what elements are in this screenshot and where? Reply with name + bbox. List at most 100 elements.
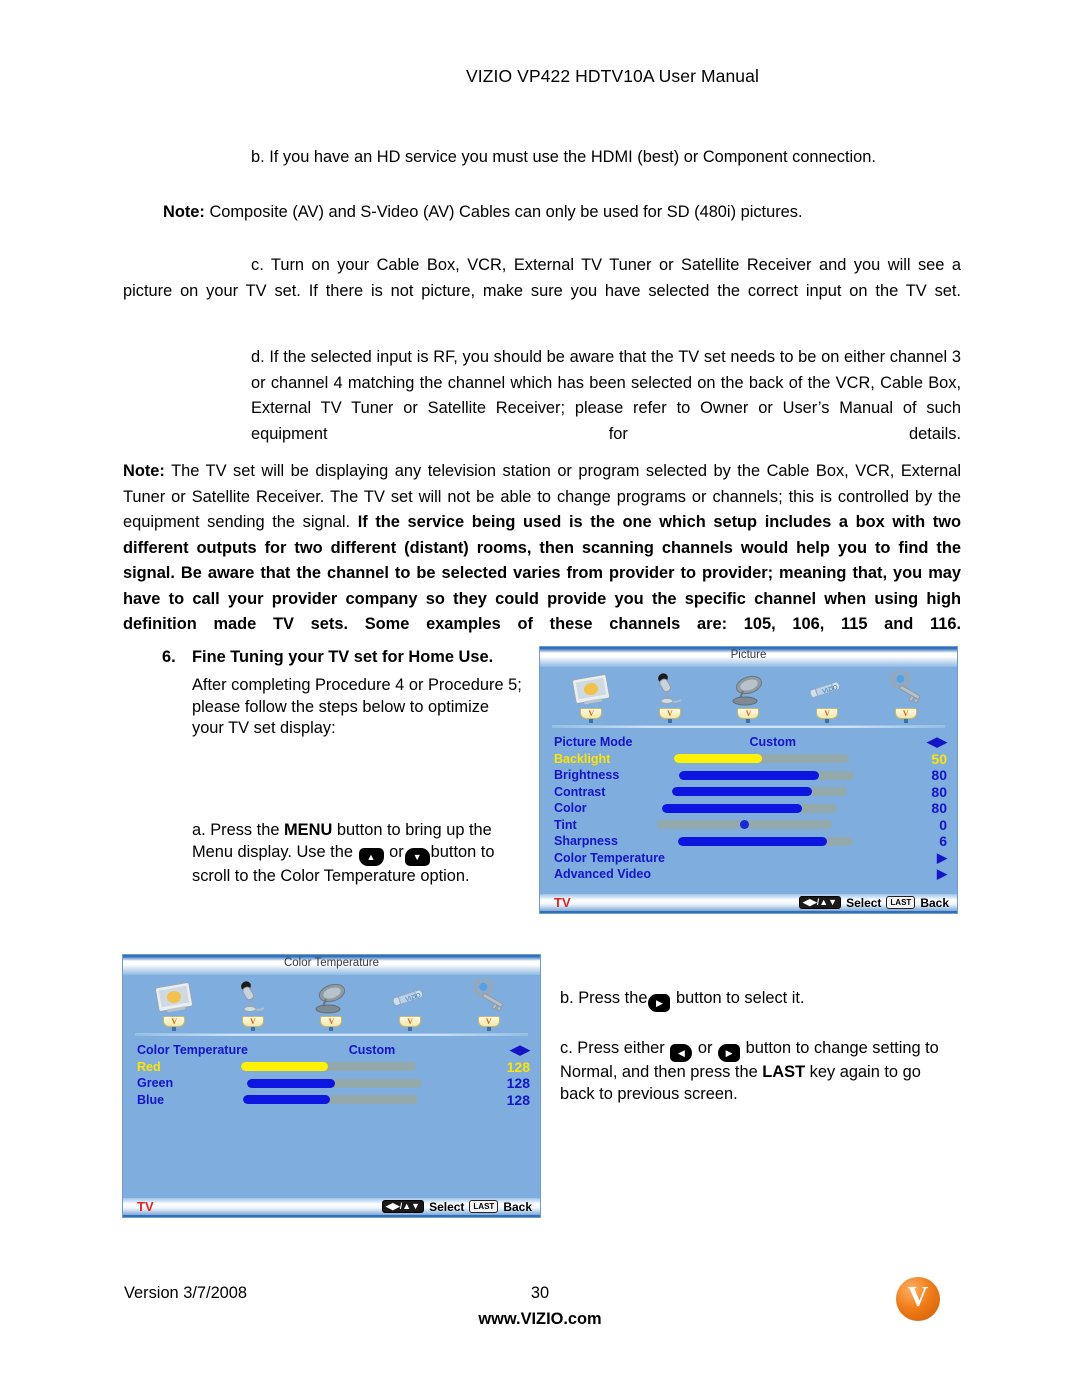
osd-slider[interactable] (674, 754, 850, 764)
osd-icon-item-satellite-dish-icon[interactable]: V (717, 669, 779, 723)
osd-icon-item-microphone-icon[interactable]: V (639, 669, 701, 723)
osd-slider[interactable] (657, 820, 833, 830)
badge-shield: V (241, 1016, 264, 1027)
tv-picture-icon (572, 674, 611, 705)
osd-row-advanced-video[interactable]: Advanced Video ▶ (554, 866, 947, 883)
vizio-logo-letter: V (907, 1282, 929, 1313)
vizio-badge-icon: V (399, 1016, 422, 1031)
osd-row-blue[interactable]: Blue 128 (137, 1092, 530, 1109)
osd-slider[interactable] (678, 770, 854, 780)
osd-slider[interactable] (671, 787, 847, 797)
badge-stem (746, 719, 751, 723)
osd-row-control: Custom (633, 735, 914, 749)
osd-icon-item-microphone-icon[interactable]: V (222, 977, 284, 1031)
badge-letter: V (745, 708, 752, 718)
osd-icon-item-wrench-icon[interactable]: VIZIO V (796, 669, 858, 723)
osd-slider[interactable] (662, 803, 838, 813)
osd-row-label: Picture Mode (554, 735, 633, 750)
osd-row-label: Tint (554, 817, 577, 832)
left-right-arrow-icon[interactable]: ◀▶ (496, 1042, 530, 1058)
osd-row-red[interactable]: Red 128 (137, 1059, 530, 1076)
osd-row-value: 80 (931, 800, 947, 817)
osd-picture-title: Picture (730, 649, 767, 661)
badge-stem (329, 1027, 334, 1031)
osd-colortemp-titlebar: Color Temperature (123, 955, 540, 975)
osd-color-temperature-menu: Color Temperature V V V VIZIO V V Color … (122, 954, 541, 1218)
osd-icon-art: VIZIO (387, 977, 433, 1015)
osd-row-label: Red (137, 1059, 161, 1074)
osd-slider[interactable] (240, 1062, 416, 1072)
osd-row-value: 128 (506, 1091, 530, 1108)
down-arrow-glyph: ▼ (412, 851, 422, 862)
select-hint-label: Select (846, 895, 882, 910)
satellite-dish-icon (315, 983, 346, 1014)
section-6-number: 6. (162, 648, 176, 666)
osd-icon-item-tv-picture-icon[interactable]: V (560, 669, 622, 723)
badge-shield: V (894, 708, 917, 719)
vizio-badge-icon: V (477, 1016, 500, 1031)
osd-icon-item-satellite-dish-icon[interactable]: V (300, 977, 362, 1031)
osd-row-tint[interactable]: Tint 0 (554, 817, 947, 834)
section-6-title: Fine Tuning your TV set for Home Use. (192, 648, 494, 666)
step-b-text-2: button to select it. (676, 989, 805, 1007)
osd-row-color-temperature[interactable]: Color Temperature ▶ (554, 850, 947, 867)
osd-icon-item-wrench-icon[interactable]: VIZIO V (379, 977, 441, 1031)
badge-stem (825, 719, 830, 723)
osd-icon-item-tv-picture-icon[interactable]: V (143, 977, 205, 1031)
osd-colortemp-title: Color Temperature (283, 957, 380, 969)
badge-shield: V (477, 1016, 500, 1027)
note2-label: Note: (123, 462, 165, 480)
osd-row-value: 128 (506, 1075, 530, 1092)
badge-stem (486, 1027, 491, 1031)
menu-key-label: MENU (284, 821, 333, 839)
osd-slider[interactable] (247, 1078, 423, 1088)
osd-row-control (161, 1062, 496, 1072)
osd-slider-fill (247, 1078, 335, 1088)
osd-icon-item-key-icon[interactable]: V (458, 977, 520, 1031)
osd-row-label: Color Temperature (137, 1043, 248, 1058)
osd-row-color[interactable]: Color 80 (554, 800, 947, 817)
osd-slider-fill (242, 1095, 331, 1105)
osd-slider-fill (677, 836, 827, 846)
up-arrow-key-icon: ▲ (358, 847, 384, 866)
osd-row-control (618, 836, 913, 846)
osd-row-contrast[interactable]: Contrast 80 (554, 784, 947, 801)
section-6-step-b: b. Press the ▶ button to select it. (560, 988, 955, 1012)
osd-option-value: Custom (348, 1043, 396, 1058)
osd-row-label: Green (137, 1076, 174, 1091)
right-arrow-glyph: ▶ (656, 998, 663, 1008)
osd-icon-item-key-icon[interactable]: V (875, 669, 937, 723)
badge-letter: V (902, 708, 909, 718)
submenu-arrow-icon[interactable]: ▶ (913, 866, 947, 882)
paragraph-step-b-hd: b. If you have an HD service you must us… (251, 148, 876, 166)
osd-row-picture-mode[interactable]: Picture Mode Custom ◀▶ (554, 734, 947, 751)
last-key-icon-2: LAST (469, 1200, 499, 1213)
vizio-badge-icon: V (894, 708, 917, 723)
osd-row-value: 50 (931, 750, 947, 767)
note-label: Note: (163, 203, 205, 221)
osd-row-brightness[interactable]: Brightness 80 (554, 767, 947, 784)
osd-icon-art (647, 669, 693, 707)
step-b-text-1: b. Press the (560, 989, 648, 1007)
osd-icon-art (725, 669, 771, 707)
osd-row-green[interactable]: Green 128 (137, 1075, 530, 1092)
vizio-badge-icon: V (241, 1016, 264, 1031)
badge-stem (408, 1027, 413, 1031)
right-arrow-key-icon-2: ▶ (718, 1044, 741, 1062)
step-c-text-1: c. Press either (560, 1039, 665, 1057)
osd-slider[interactable] (242, 1095, 418, 1105)
osd-slider[interactable] (677, 836, 853, 846)
osd-row-backlight[interactable]: Backlight 50 (554, 751, 947, 768)
osd-row-sharpness[interactable]: Sharpness 6 (554, 833, 947, 850)
right-arrow-glyph-2: ▶ (725, 1048, 733, 1058)
osd-row-color-temperature[interactable]: Color Temperature Custom ◀▶ (137, 1042, 530, 1059)
osd-slider-fill (671, 787, 812, 797)
badge-stem (667, 719, 672, 723)
osd-row-label: Backlight (554, 751, 611, 766)
microphone-icon (241, 981, 265, 1012)
badge-letter: V (485, 1016, 492, 1026)
osd-icon-art (568, 669, 614, 707)
left-right-arrow-icon[interactable]: ◀▶ (913, 734, 947, 750)
submenu-arrow-icon[interactable]: ▶ (913, 850, 947, 866)
osd-colortemp-source-label: TV (137, 1199, 154, 1214)
